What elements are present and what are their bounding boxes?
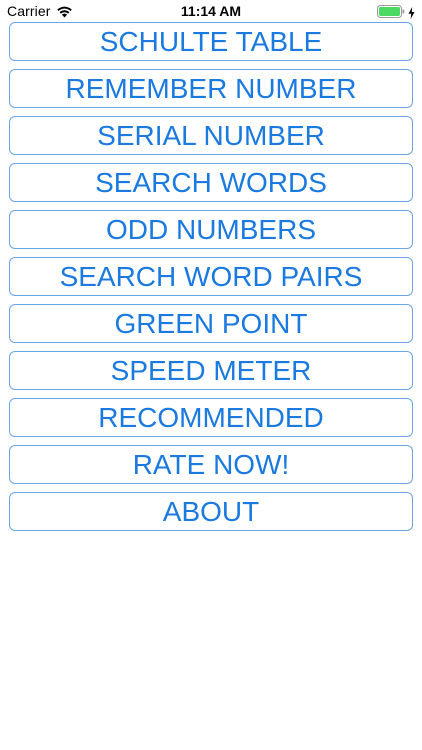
charging-bolt-icon bbox=[408, 6, 415, 19]
status-bar: Carrier 11:14 AM bbox=[0, 0, 422, 22]
speed-meter-button[interactable]: SPEED METER bbox=[9, 351, 413, 390]
schulte-table-button[interactable]: SCHULTE TABLE bbox=[9, 22, 413, 61]
main-menu: SCHULTE TABLE REMEMBER NUMBER SERIAL NUM… bbox=[9, 22, 413, 539]
recommended-button[interactable]: RECOMMENDED bbox=[9, 398, 413, 437]
green-point-button[interactable]: GREEN POINT bbox=[9, 304, 413, 343]
search-words-button[interactable]: SEARCH WORDS bbox=[9, 163, 413, 202]
battery-full-icon bbox=[377, 5, 405, 18]
about-button[interactable]: ABOUT bbox=[9, 492, 413, 531]
battery-group bbox=[377, 5, 415, 19]
rate-now-button[interactable]: RATE NOW! bbox=[9, 445, 413, 484]
odd-numbers-button[interactable]: ODD NUMBERS bbox=[9, 210, 413, 249]
status-time: 11:14 AM bbox=[180, 3, 242, 19]
remember-number-button[interactable]: REMEMBER NUMBER bbox=[9, 69, 413, 108]
search-word-pairs-button[interactable]: SEARCH WORD PAIRS bbox=[9, 257, 413, 296]
serial-number-button[interactable]: SERIAL NUMBER bbox=[9, 116, 413, 155]
